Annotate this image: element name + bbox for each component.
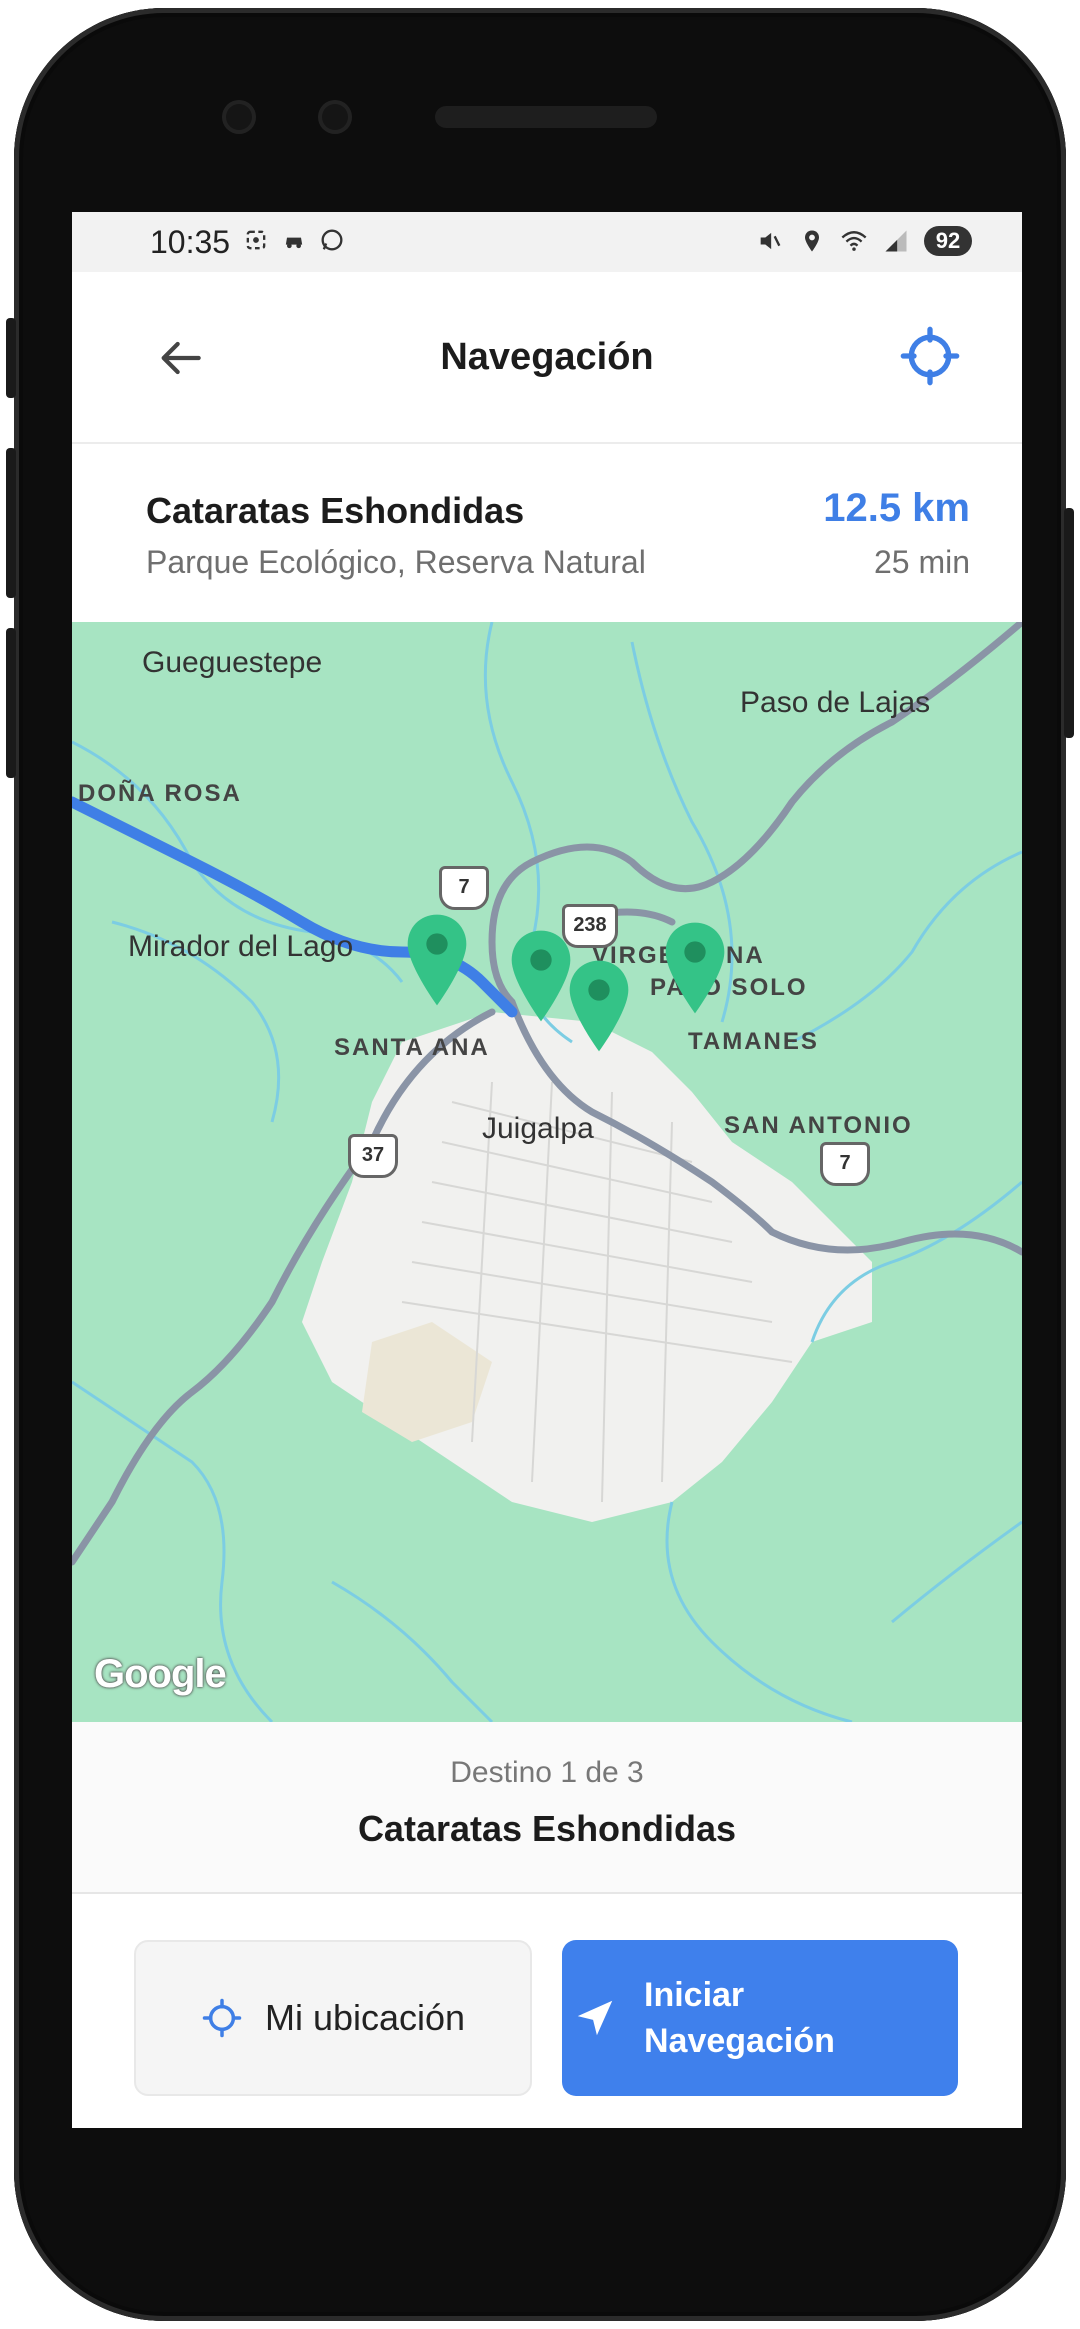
front-sensor	[318, 100, 352, 134]
destination-name: Cataratas Eshondidas	[146, 490, 525, 531]
mute-icon	[760, 232, 781, 250]
navigation-arrow-icon	[577, 2000, 613, 2036]
map-pin-icon[interactable]	[508, 928, 574, 1024]
river	[331, 1580, 494, 1722]
river	[891, 1520, 1022, 1624]
map-label-san-antonio: SAN ANTONIO	[724, 1112, 913, 1139]
destination-subtitle: Parque Ecológico, Reserva Natural	[146, 544, 646, 580]
route-shield-37: 37	[348, 1134, 398, 1178]
whatsapp-icon	[321, 229, 343, 251]
earpiece-speaker	[435, 106, 657, 128]
destination-count: Destino 1 de 3	[450, 1756, 644, 1789]
trip-progress: Destino 1 de 3 Cataratas Eshondidas	[72, 1722, 1022, 1894]
urban-area	[302, 1012, 872, 1522]
signal-icon	[885, 230, 907, 252]
crosshair-icon[interactable]	[898, 324, 962, 388]
map-label-virgen-b: NA	[726, 942, 765, 969]
battery-badge: 92	[924, 226, 972, 256]
crosshair-icon	[202, 1998, 242, 2038]
my-location-button[interactable]: Mi ubicación	[134, 1940, 532, 2096]
destination-distance: 12.5 km	[823, 486, 970, 530]
route-shield-7-east: 7	[820, 1142, 870, 1186]
front-camera	[222, 100, 256, 134]
phone-side-button	[6, 318, 16, 398]
google-attribution: Google	[94, 1652, 227, 1696]
route-shield-7: 7	[439, 866, 489, 910]
status-icons-right: 92	[756, 226, 972, 256]
action-bar: Mi ubicación Iniciar Navegación	[72, 1894, 1022, 2128]
app-header: Navegación	[72, 272, 1022, 444]
river	[665, 1501, 853, 1722]
map-view[interactable]: Gueguestepe Paso de Lajas DOÑA ROSA Mira…	[72, 622, 1022, 1722]
phone-power-button	[1064, 508, 1074, 738]
app-screen: 10:35 92 Navegación Cataratas Eshondidas…	[72, 212, 1022, 2128]
map-label-santa-ana: SANTA ANA	[334, 1034, 490, 1061]
start-navigation-button[interactable]: Iniciar Navegación	[562, 1940, 958, 2096]
status-icons-left	[242, 226, 346, 254]
map-pin-icon[interactable]	[662, 920, 728, 1016]
start-navigation-label: Iniciar Navegación	[644, 1976, 835, 2060]
status-time: 10:35	[150, 224, 231, 260]
river	[791, 850, 1022, 1044]
map-label-dona-rosa: DOÑA ROSA	[78, 780, 242, 807]
car-icon	[285, 237, 303, 249]
wifi-icon	[841, 231, 867, 251]
destination-info: Cataratas Eshondidas Parque Ecológico, R…	[72, 444, 1022, 622]
map-label-paso-de-lajas: Paso de Lajas	[740, 686, 931, 719]
map-label-tamanes: TAMANES	[688, 1028, 819, 1055]
my-location-label: Mi ubicación	[264, 1997, 466, 2038]
page-title: Navegación	[440, 336, 654, 378]
status-bar: 10:35 92	[72, 212, 1022, 272]
phone-volume-up	[6, 448, 16, 598]
phone-volume-down	[6, 628, 16, 778]
destination-duration: 25 min	[873, 544, 970, 580]
map-label-gueguestepe: Gueguestepe	[142, 646, 323, 679]
phone-frame: 10:35 92 Navegación Cataratas Eshondidas…	[6, 8, 1074, 2321]
map-pin-icon[interactable]	[566, 958, 632, 1054]
screenshot-icon	[246, 230, 266, 250]
map-pin-icon[interactable]	[404, 912, 470, 1008]
map-label-mirador: Mirador del Lago	[128, 930, 354, 963]
map-label-juigalpa: Juigalpa	[482, 1112, 594, 1145]
current-destination: Cataratas Eshondidas	[357, 1808, 737, 1849]
location-icon	[805, 230, 819, 252]
